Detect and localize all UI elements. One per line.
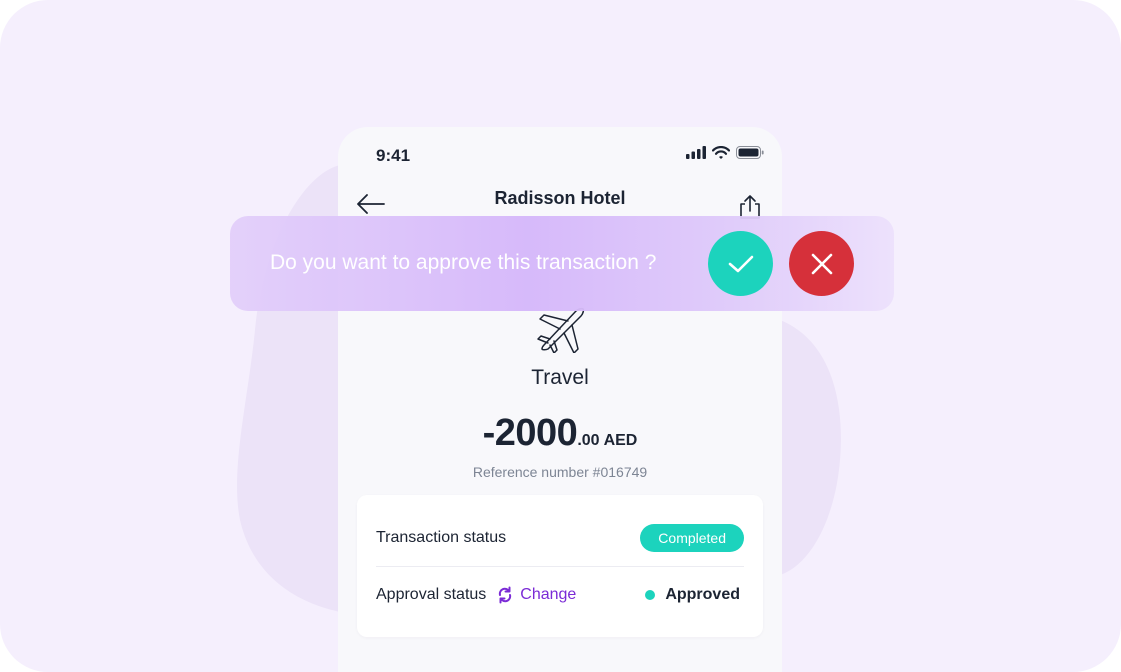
reference-number: Reference number #016749 xyxy=(472,464,648,480)
reject-button[interactable] xyxy=(789,231,854,296)
change-button[interactable]: Change xyxy=(496,586,576,604)
approval-prompt-banner: Do you want to approve this transaction … xyxy=(230,216,894,311)
status-icons xyxy=(686,146,764,159)
approval-question: Do you want to approve this transaction … xyxy=(270,251,657,274)
transaction-status-row: Transaction status Completed xyxy=(376,510,744,567)
page-title: Radisson Hotel xyxy=(494,188,626,208)
background-canvas: 9:41 Radisson Hotel Travel -2000.00 AED … xyxy=(0,0,1121,672)
approval-value: Approved xyxy=(645,586,740,604)
check-icon xyxy=(728,255,753,272)
approval-status-label: Approval status xyxy=(376,586,487,603)
approve-button[interactable] xyxy=(708,231,773,296)
status-badge: Completed xyxy=(640,524,744,552)
refresh-icon xyxy=(499,586,512,604)
amount-main: -2000 xyxy=(482,412,578,454)
details-card: Transaction status Completed Approval st… xyxy=(357,495,763,637)
phone-screen: 9:41 Radisson Hotel Travel -2000.00 AED … xyxy=(338,127,782,672)
change-label: Change xyxy=(520,586,577,603)
signal-icon xyxy=(686,146,706,159)
status-time: 9:41 xyxy=(376,146,411,165)
approval-status-group: Approval status Change xyxy=(376,586,576,604)
amount-decimal: .00 xyxy=(577,432,600,449)
amount-currency: AED xyxy=(603,432,638,449)
category-label: Travel xyxy=(531,366,589,389)
approval-status-row: Approval status Change Approved xyxy=(376,567,744,623)
transaction-amount: -2000.00 AED xyxy=(338,412,782,455)
close-icon xyxy=(811,253,832,274)
approval-value-text: Approved xyxy=(665,586,740,603)
transaction-status-label: Transaction status xyxy=(376,529,507,546)
airplane-icon xyxy=(537,307,585,353)
approved-dot-icon xyxy=(645,590,656,600)
battery-icon xyxy=(736,146,764,159)
wifi-icon xyxy=(712,146,730,159)
